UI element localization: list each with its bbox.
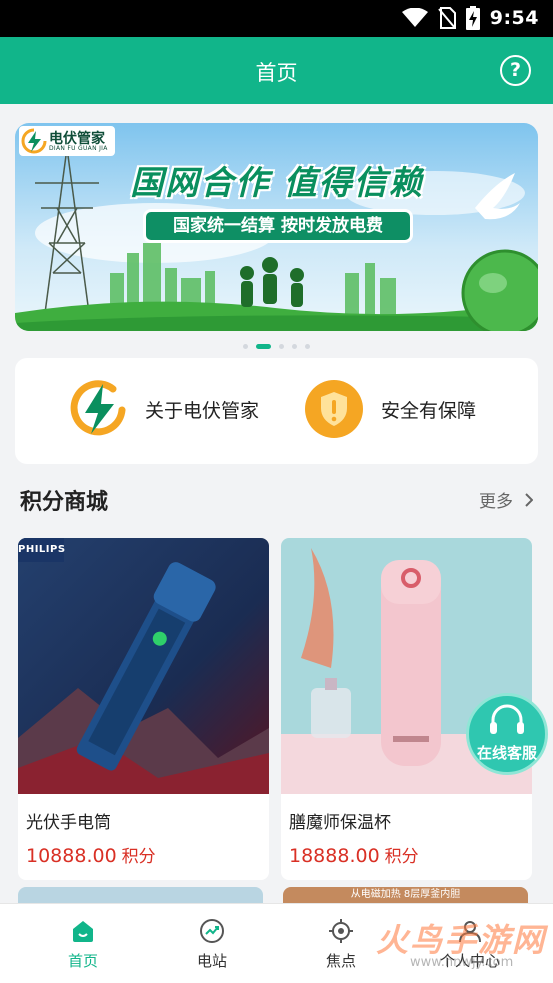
about-link[interactable]: 关于电伏管家 [69,380,259,438]
product-name: 膳魔师保温杯 [289,813,391,833]
customer-service-button[interactable]: 在线客服 [466,693,548,775]
lightning-logo-icon [21,128,47,154]
product-price: 10888.00 积分 [26,842,156,867]
carousel-dot[interactable] [279,344,284,349]
shield-icon [305,380,363,438]
wifi-icon [401,8,428,27]
product-name: 光伏手电筒 [26,813,111,833]
question-icon[interactable]: ? [500,55,531,86]
home-icon [73,921,93,942]
about-link-label: 关于电伏管家 [145,399,260,422]
carousel-indicator [0,344,553,349]
promo-banner[interactable]: 电伏管家 DIAN FU GUAN JIA 国网合作 值得信赖 国家统一结算 按… [15,123,538,331]
page-title: 首页 [255,61,298,85]
brand-tag: PHILIPS [18,538,65,562]
product-price: 18888.00 积分 [289,842,419,867]
app-header: 首页 ? [0,37,553,104]
tab-power-station-label: 电站 [196,952,227,970]
mall-section-title: 积分商城 [20,490,109,515]
quick-links-card: 关于电伏管家 安全有保障 [15,358,538,464]
product-card-partial[interactable] [18,887,263,903]
banner-logo-subtitle: DIAN FU GUAN JIA [49,145,108,152]
tab-profile[interactable]: 个人中心 [425,918,515,971]
user-icon [459,921,481,943]
tab-home-label: 首页 [67,952,98,970]
no-sim-icon [437,7,456,29]
status-time: 9:54 [489,7,539,29]
product-card[interactable]: PHILIPS 光伏手电筒 10888.00 积分 [18,538,269,880]
product-card-partial[interactable]: 从电磁加热 8层厚釜内胆 [283,887,528,903]
tab-home[interactable]: 首页 [38,918,128,971]
product-price-unit: 积分 [384,847,419,867]
carousel-dot[interactable] [243,344,248,349]
security-link[interactable]: 安全有保障 [305,380,476,438]
more-label: 更多 [479,492,513,512]
bottom-tab-bar: 首页 电站 焦点 个人中心 [0,903,553,983]
chevron-right-icon [525,492,533,507]
status-bar: 9:54 [0,0,553,37]
tab-focus-label: 焦点 [325,952,356,970]
product-price-value: 10888.00 [26,845,117,867]
battery-charging-icon [465,6,480,30]
flashlight-image: PHILIPS [18,538,269,794]
customer-service-label: 在线客服 [476,744,537,762]
tab-power-station[interactable]: 电站 [167,918,257,971]
carousel-dot[interactable] [305,344,310,349]
tab-focus[interactable]: 焦点 [296,918,386,971]
banner-headline: 国网合作 值得信赖 [130,163,424,202]
headset-icon [490,704,524,734]
banner-subline: 国家统一结算 按时发放电费 [143,209,413,243]
banner-logo: 电伏管家 DIAN FU GUAN JIA [19,126,115,156]
focus-target-icon [329,919,353,943]
tab-profile-label: 个人中心 [439,952,500,970]
carousel-dot[interactable] [292,344,297,349]
more-button[interactable]: 更多 [479,487,533,512]
lightning-logo-icon [70,380,126,436]
security-link-label: 安全有保障 [381,399,477,422]
power-station-icon [200,919,224,943]
carousel-dot-active[interactable] [256,344,271,349]
product-price-value: 18888.00 [289,845,380,867]
product-price-unit: 积分 [121,847,156,867]
